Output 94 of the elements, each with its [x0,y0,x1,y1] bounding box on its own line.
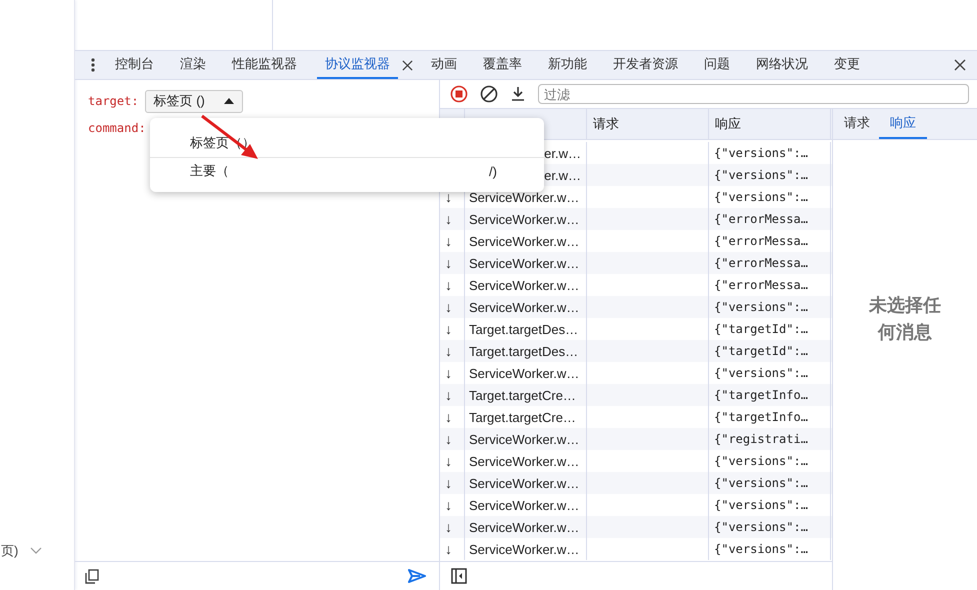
tab[interactable]: 开发者资源 [607,51,684,79]
tab[interactable]: 问题 [698,51,736,79]
tab[interactable]: 动画 [425,51,463,79]
tab[interactable]: 响应 [879,109,927,139]
column-header[interactable]: 响应 [715,115,741,133]
table-cell: ServiceWorker.w… [469,366,580,380]
close-icon[interactable] [954,59,966,71]
arrow-down-icon: ↓ [445,497,452,513]
table-cell: Target.targetDes… [469,344,578,358]
arrow-down-icon: ↓ [445,365,452,381]
tab[interactable]: 控制台 [109,51,160,79]
column-header[interactable]: 请求 [593,115,619,133]
chevron-down-icon[interactable] [30,547,42,555]
table-cell: ServiceWorker.w… [469,520,580,534]
table-cell: ServiceWorker.w… [469,542,580,556]
tab[interactable]: 协议监视器 [317,51,398,79]
table-cell: {"versions":… [714,520,808,534]
table-cell: {"versions":… [714,300,808,314]
arrow-down-icon: ↓ [445,343,452,359]
table-cell: {"versions":… [714,454,808,468]
table-cell: {"versions":… [714,190,808,204]
table-cell: {"versions":… [714,542,808,556]
filter-field[interactable]: 过滤 [538,84,969,104]
clear-icon[interactable] [480,85,498,103]
table-cell: ServiceWorker.w… [469,476,580,490]
tab[interactable]: 变更 [828,51,866,79]
table-cell: {"errorMessa… [714,278,808,292]
table-row[interactable]: ↓ ServiceWorker.w… {"versions":… [440,516,832,538]
tab[interactable]: 渲染 [174,51,212,79]
table-cell: {"errorMessa… [714,256,808,270]
table-cell: ServiceWorker.w… [469,432,580,446]
table-cell: er.w… [544,168,581,182]
table-cell: Target.targetCre… [469,410,576,424]
table-cell: {"targetInfo… [714,388,808,402]
arrow-down-icon: ↓ [445,321,452,337]
table-row[interactable]: ↓ Target.targetCre… {"targetInfo… [440,384,832,406]
tab[interactable]: 新功能 [542,51,593,79]
tab[interactable]: 性能监视器 [226,51,303,79]
target-label: target: [88,94,139,108]
table-row[interactable]: ↓ ServiceWorker.w… {"versions":… [440,296,832,318]
arrow-down-icon: ↓ [445,541,452,557]
target-select[interactable]: 标签页 () [144,90,243,112]
arrow-down-icon: ↓ [445,255,452,271]
table-cell: {"versions":… [714,498,808,512]
arrow-down-icon: ↓ [445,409,452,425]
arrow-down-icon: ↓ [445,277,452,293]
arrow-down-icon: ↓ [445,189,452,205]
table-cell: {"versions":… [714,168,808,182]
table-cell: {"targetId":… [714,322,808,336]
table-cell: ServiceWorker.w… [469,256,580,270]
table-cell: er.w… [544,146,581,160]
table-cell: {"versions":… [714,146,808,160]
table-cell: {"versions":… [714,366,808,380]
table-cell: Target.targetCre… [469,388,576,402]
arrow-down-icon: ↓ [445,431,452,447]
arrow-down-icon: ↓ [445,387,452,403]
close-icon[interactable] [402,60,413,70]
table-cell: ServiceWorker.w… [469,300,580,314]
table-row[interactable]: ↓ ServiceWorker.w… {"registrati… [440,428,832,450]
tab[interactable]: 覆盖率 [477,51,528,79]
command-label: command: [88,121,146,135]
empty-message: 未选择任何消息 [868,294,942,344]
record-icon[interactable] [450,85,468,103]
arrow-down-icon: ↓ [445,211,452,227]
table-row[interactable]: ↓ ServiceWorker.w… {"errorMessa… [440,252,832,274]
table-cell: {"targetId":… [714,344,808,358]
table-row[interactable]: ↓ ServiceWorker.w… {"errorMessa… [440,208,832,230]
table-cell: {"versions":… [714,476,808,490]
table-cell: {"registrati… [714,432,808,446]
table-cell: Target.targetDes… [469,322,578,336]
send-icon[interactable] [408,569,426,583]
table-cell: ServiceWorker.w… [469,212,580,226]
table-cell: ServiceWorker.w… [469,498,580,512]
arrow-down-icon: ↓ [445,233,452,249]
arrow-down-icon: ↓ [445,475,452,491]
sidebar-toggle-icon[interactable] [451,568,467,584]
table-cell: ServiceWorker.w… [469,454,580,468]
arrow-down-icon: ↓ [445,299,452,315]
copy-icon[interactable] [85,568,99,584]
tab[interactable]: 网络状况 [750,51,814,79]
table-cell: {"errorMessa… [714,234,808,248]
table-cell: ServiceWorker.w… [469,278,580,292]
more-icon[interactable] [91,58,95,72]
tab[interactable]: 请求 [835,109,879,139]
table-cell: ServiceWorker.w… [469,234,580,248]
arrow-down-icon: ↓ [445,453,452,469]
arrow-down-icon: ↓ [445,519,452,535]
table-row[interactable]: ↓ Target.targetDes… {"targetId":… [440,340,832,362]
table-row[interactable]: ↓ ServiceWorker.w… {"versions":… [440,472,832,494]
table-cell: {"errorMessa… [714,212,808,226]
table-cell: ServiceWorker.w… [469,190,580,204]
download-icon[interactable] [510,86,526,102]
table-cell: {"targetInfo… [714,410,808,424]
page-text: 页) [1,542,18,560]
